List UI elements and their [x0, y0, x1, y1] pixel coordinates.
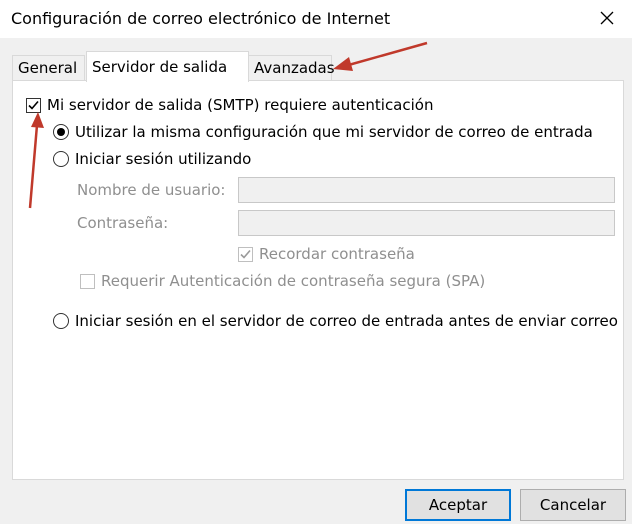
username-input[interactable] [238, 177, 615, 203]
window-title: Configuración de correo electrónico de I… [11, 9, 391, 28]
remember-password-label: Recordar contraseña [259, 245, 415, 263]
smtp-auth-label: Mi servidor de salida (SMTP) requiere au… [47, 96, 434, 114]
tab-panel: Mi servidor de salida (SMTP) requiere au… [12, 80, 624, 480]
cancel-button[interactable]: Cancelar [520, 489, 626, 521]
radio-login-with-row[interactable]: Iniciar sesión utilizando [53, 150, 251, 168]
radio-login-with-label: Iniciar sesión utilizando [75, 150, 252, 168]
accept-button[interactable]: Aceptar [405, 489, 511, 521]
radio-same-config-label: Utilizar la misma configuración que mi s… [75, 123, 593, 141]
radio-login-before-send[interactable] [53, 313, 69, 329]
radio-login-before-send-row[interactable]: Iniciar sesión en el servidor de correo … [53, 312, 618, 330]
close-button[interactable] [592, 4, 622, 32]
radio-login-before-send-label: Iniciar sesión en el servidor de correo … [75, 312, 618, 330]
password-label: Contraseña: [77, 214, 169, 232]
radio-selected-dot [57, 128, 65, 136]
radio-same-config-row[interactable]: Utilizar la misma configuración que mi s… [53, 123, 593, 141]
arrow-to-avanzadas [333, 41, 428, 71]
spa-checkbox[interactable] [80, 273, 95, 289]
radio-same-config[interactable] [53, 124, 69, 140]
radio-login-with[interactable] [53, 151, 69, 167]
smtp-auth-checkbox[interactable] [26, 97, 41, 113]
spa-label: Requerir Autenticación de contraseña seg… [101, 272, 486, 290]
tab-avanzadas[interactable]: Avanzadas [248, 55, 335, 80]
tab-servidor-de-salida[interactable]: Servidor de salida [86, 51, 249, 82]
smtp-auth-checkbox-row[interactable]: Mi servidor de salida (SMTP) requiere au… [26, 96, 433, 114]
spa-row[interactable]: Requerir Autenticación de contraseña seg… [80, 272, 485, 290]
checkmark-icon [28, 100, 39, 110]
username-label: Nombre de usuario: [77, 181, 226, 199]
remember-password-checkbox[interactable] [238, 246, 253, 262]
tab-general[interactable]: General [12, 55, 85, 80]
close-icon [600, 11, 614, 25]
checkmark-icon [240, 249, 251, 259]
title-bar: Configuración de correo electrónico de I… [0, 0, 632, 38]
remember-password-row[interactable]: Recordar contraseña [238, 245, 415, 263]
password-input[interactable] [238, 210, 615, 236]
